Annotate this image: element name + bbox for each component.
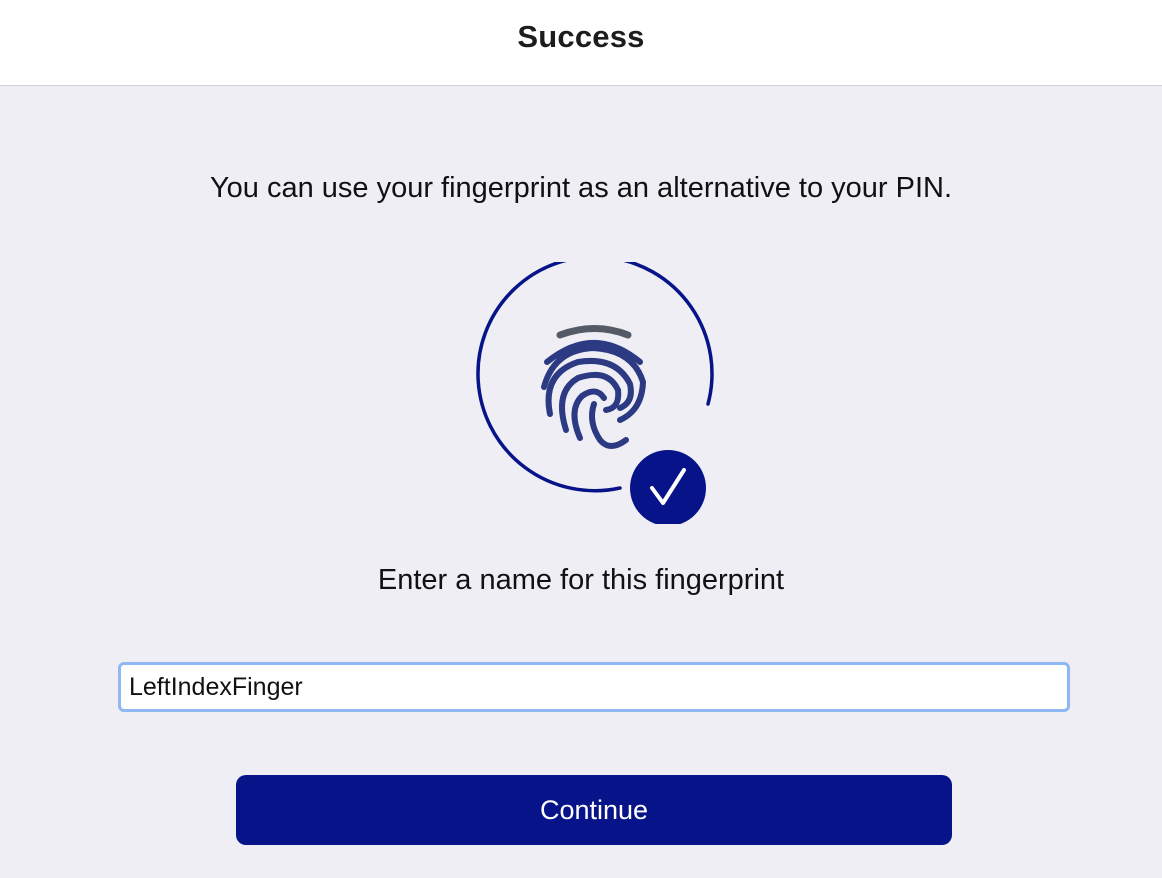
fingerprint-icon (541, 325, 647, 449)
main-content: You can use your fingerprint as an alter… (0, 86, 1162, 878)
fingerprint-name-input[interactable] (118, 662, 1070, 712)
fingerprint-success-graphic (476, 254, 714, 526)
page-title: Success (517, 19, 645, 54)
badge-circle (630, 450, 706, 526)
name-prompt-label: Enter a name for this fingerprint (377, 564, 785, 596)
continue-button[interactable]: Continue (236, 775, 952, 845)
subtitle-text: You can use your fingerprint as an alter… (209, 172, 953, 204)
checkmark-badge (630, 450, 706, 526)
fingerprint-illustration (470, 254, 720, 526)
header-bar: Success (0, 0, 1162, 86)
